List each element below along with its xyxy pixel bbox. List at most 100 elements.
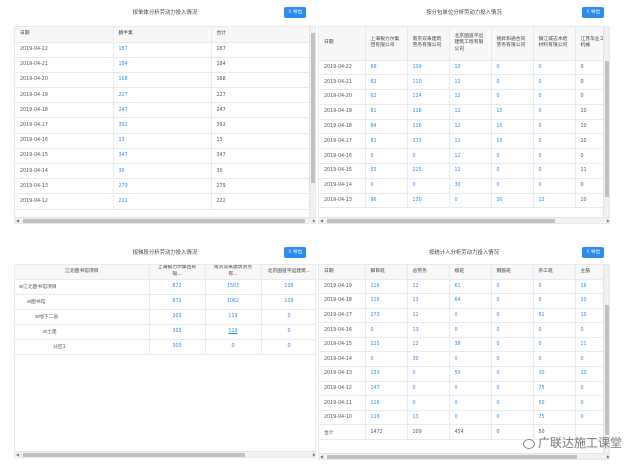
table-cell[interactable]: 0 [533,163,576,179]
column-header[interactable]: 脚目班 [365,265,408,280]
table-cell[interactable]: 0 [491,366,534,382]
table-cell[interactable]: 0 [449,322,492,338]
table-cell[interactable]: 68 [365,60,408,76]
table-cell[interactable]: 168 [113,72,212,89]
scroll-thumb[interactable] [23,453,245,457]
column-header[interactable]: 上海银力尔集团有限公司 [365,27,408,61]
column-header[interactable]: 德昇和通合同劳务有限公司 [491,27,534,61]
scroll-thumb[interactable] [327,219,555,223]
table-cell[interactable]: 0 [449,410,492,426]
table-cell[interactable]: 110 [407,74,450,91]
table-cell[interactable]: 1503 [205,279,262,295]
table-cell[interactable]: 130 [407,193,450,209]
scroll-right-icon[interactable]: ▶ [607,218,609,223]
column-header[interactable]: 南京双来建筑劳务有限公司 [407,27,450,61]
tree-node-cell[interactable]: 分区1 [15,339,150,355]
table-cell[interactable]: 0 [365,148,408,165]
table-cell[interactable]: 0 [491,89,534,105]
table-cell[interactable]: 0 [533,89,576,105]
table-cell[interactable]: 0 [533,178,576,194]
table-cell[interactable]: 187 [113,42,212,58]
table-cell[interactable]: 10 [449,60,492,76]
column-header[interactable]: 杂工班 [533,265,576,280]
table-cell[interactable]: 147 [365,381,408,397]
table-cell[interactable]: 119 [205,324,262,340]
table-cell[interactable]: 0 [491,337,534,353]
table-cell[interactable]: 0 [449,351,492,368]
table-cell[interactable]: 872 [149,279,206,295]
table-cell[interactable]: 0 [365,351,408,368]
table-cell[interactable]: 12 [449,163,492,179]
table-cell[interactable]: 279 [113,178,212,195]
table-cell[interactable]: 64 [449,293,492,309]
column-header[interactable]: 北京国道平运建筑工程有限公司 [449,27,492,61]
table-cell[interactable]: 15 [491,119,534,135]
table-cell[interactable]: 130 [365,366,408,382]
tree-node-cell[interactable]: ⊟图书馆 [15,294,150,310]
table-cell[interactable]: 50 [533,395,576,411]
scroll-right-icon[interactable]: ▶ [607,454,609,459]
scroll-left-icon[interactable]: ◀ [320,454,323,459]
table-cell[interactable]: 12 [407,279,450,295]
table-cell[interactable]: 12 [407,337,450,353]
table-cell[interactable]: 13 [407,410,450,426]
column-header[interactable]: 翻半集 [113,27,212,43]
scroll-thumb[interactable] [311,33,315,183]
table-cell[interactable]: 0 [491,351,534,368]
table-cell[interactable]: 12 [407,308,450,324]
table-cell[interactable]: 13 [407,322,450,338]
table-cell[interactable]: 109 [261,279,315,295]
table-cell[interactable]: 0 [491,279,534,295]
vertical-scrollbar[interactable] [603,27,609,223]
column-header[interactable]: 合计 [211,27,310,43]
table-cell[interactable]: 0 [491,322,534,338]
horizontal-scrollbar[interactable]: ◀ ▶ [319,453,609,459]
table-cell[interactable]: 0 [491,148,534,165]
table-cell[interactable]: 222 [113,193,212,210]
table-cell[interactable]: 0 [533,60,576,76]
table-cell[interactable]: 0 [533,351,576,368]
vertical-scrollbar[interactable] [309,27,315,223]
table-cell[interactable]: 0 [491,381,534,397]
table-cell[interactable]: 0 [533,133,576,150]
table-cell[interactable]: 30 [113,163,212,180]
column-header[interactable]: 模班 [449,265,492,280]
horizontal-scrollbar[interactable]: ◀ ▶ [15,451,315,457]
table-cell[interactable]: 12 [449,89,492,105]
table-cell[interactable]: 303 [149,339,206,355]
column-header[interactable]: 日期 [319,265,366,280]
scroll-right-icon[interactable]: ▶ [313,218,315,223]
table-cell[interactable]: 0 [407,381,450,397]
table-cell[interactable]: 116 [365,293,408,309]
table-cell[interactable]: 225 [407,163,450,179]
table-cell[interactable]: 0 [491,395,534,411]
column-header[interactable]: 日期 [319,27,366,61]
table-cell[interactable]: 30 [449,178,492,194]
table-cell[interactable]: 0 [533,104,576,120]
table-cell[interactable]: 247 [113,102,212,119]
column-header[interactable]: 北京国道平运建筑... [261,265,315,280]
column-header[interactable]: 镇江城志木结材料有限公司 [533,27,576,61]
table-cell[interactable]: 0 [533,337,576,353]
table-cell[interactable]: 12 [449,74,492,91]
table-cell[interactable]: 0 [533,322,576,338]
table-cell[interactable]: 184 [113,57,212,73]
table-cell[interactable]: 0 [407,178,450,194]
scroll-thumb[interactable] [23,219,305,223]
table-cell[interactable]: 273 [365,308,408,324]
scroll-left-icon[interactable]: ◀ [16,452,19,457]
horizontal-scrollbar[interactable]: ◀ ▶ [319,217,609,223]
table-cell[interactable]: 227 [113,87,212,104]
table-cell[interactable]: 0 [261,324,315,340]
table-cell[interactable]: 84 [365,119,408,135]
table-cell[interactable]: 81 [365,104,408,120]
scroll-right-icon[interactable]: ▶ [313,452,315,457]
column-header[interactable]: 钢筋班 [491,265,534,280]
table-cell[interactable]: 15 [491,104,534,120]
scroll-left-icon[interactable]: ◀ [320,218,323,223]
table-cell[interactable]: 13 [407,293,450,309]
table-cell[interactable]: 0 [491,74,534,91]
table-cell[interactable]: 75 [533,381,576,397]
tree-node-cell[interactable]: ⊟地下二层 [15,309,150,325]
table-cell[interactable]: 0 [491,308,534,324]
